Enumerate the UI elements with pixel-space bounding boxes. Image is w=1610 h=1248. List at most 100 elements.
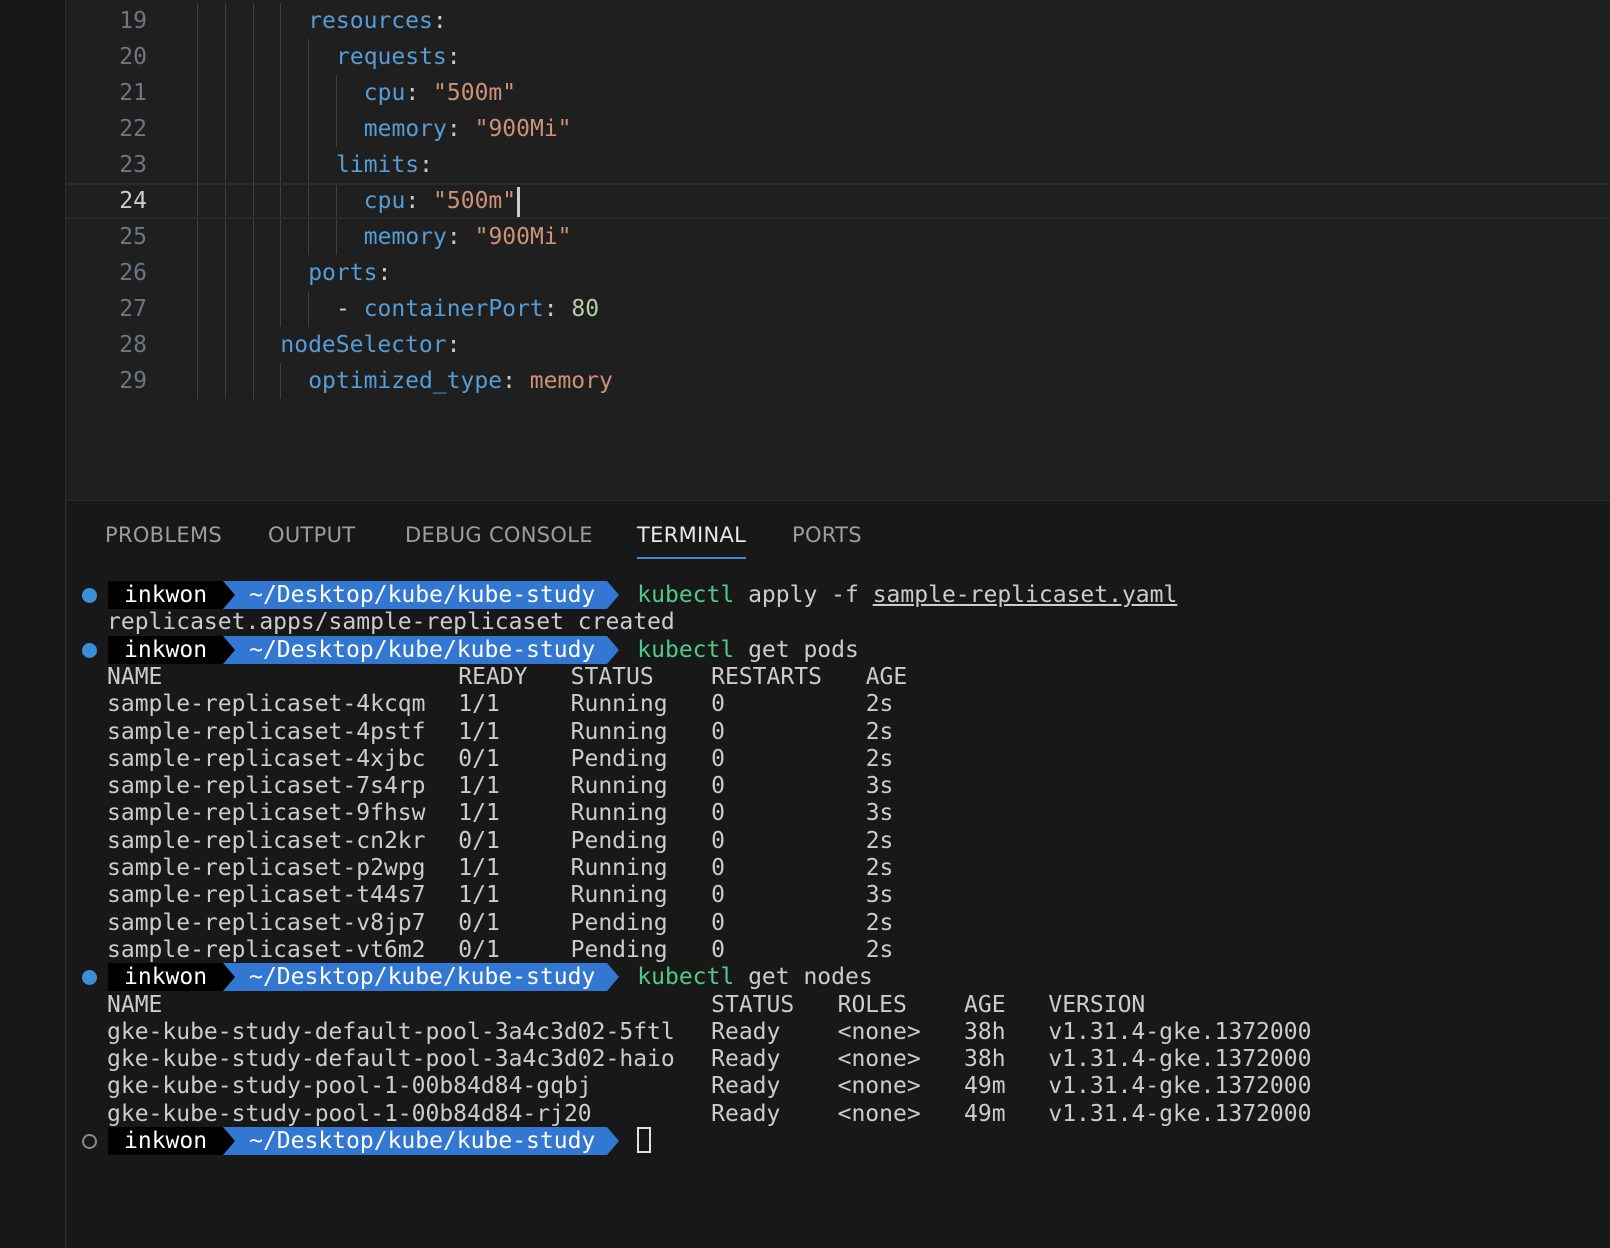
indent-guide <box>224 219 226 255</box>
command-text: kubectl get nodes <box>619 963 872 991</box>
code-text: optimized_type: memory <box>308 363 613 399</box>
indent-guide <box>252 111 254 147</box>
code-line[interactable]: 20 requests: <box>67 39 1610 75</box>
table-cell: ROLES <box>837 991 907 1018</box>
line-number: 21 <box>119 80 147 106</box>
indent-guide <box>336 111 337 147</box>
powerline-separator <box>223 1127 236 1155</box>
indent-guide <box>308 39 310 75</box>
table-cell: <none> <box>837 1046 921 1073</box>
indent-guide <box>224 111 226 147</box>
tab-terminal[interactable]: TERMINAL <box>637 523 747 563</box>
code-line[interactable]: 21 cpu: "500m" <box>67 75 1610 111</box>
indent-guide <box>224 291 226 327</box>
code-token: memory <box>363 224 447 250</box>
indent-guide <box>280 39 282 75</box>
code-token: nodeSelector <box>280 332 447 358</box>
command-tool: kubectl <box>637 964 735 991</box>
table-cell: 0 <box>711 936 725 963</box>
table-cell: v1.31.4-gke.1372000 <box>1048 1046 1312 1073</box>
table-cell: 2s <box>865 718 894 745</box>
command-status-dot[interactable] <box>82 642 97 658</box>
code-token: "500m" <box>433 188 517 214</box>
command-output: replicaset.apps/sample-replicaset create… <box>107 609 675 636</box>
code-token: "900Mi" <box>474 224 572 250</box>
code-text: resources: <box>308 3 446 39</box>
table-cell: 2s <box>865 855 894 881</box>
command-status-dot[interactable] <box>82 588 97 603</box>
tab-output[interactable]: OUTPUT <box>268 523 355 563</box>
indent-guide <box>197 185 198 217</box>
command-status-dot[interactable] <box>82 970 97 986</box>
indent-guide <box>224 255 226 291</box>
command-tool: kubectl <box>637 636 735 663</box>
code-editor[interactable]: 19 resources: 20 requests: 21 cpu: "500m" 22 me… <box>67 0 1610 500</box>
prompt-path: ~/Desktop/kube/kube-study <box>235 963 608 992</box>
indent-guide <box>197 147 198 183</box>
indent-guide <box>280 291 282 327</box>
code-token: resources <box>308 8 433 34</box>
indent-guide <box>280 75 282 111</box>
indent-guide <box>252 75 254 111</box>
command-args: get nodes <box>734 964 873 991</box>
tab-ports[interactable]: PORTS <box>792 523 862 563</box>
code-text: nodeSelector: <box>280 327 460 363</box>
command-file-link[interactable]: sample-replicaset.yaml <box>873 582 1178 608</box>
table-cell: RESTARTS <box>711 663 822 690</box>
table-cell: 0 <box>711 882 725 909</box>
code-token: : <box>405 188 434 214</box>
table-cell: v1.31.4-gke.1372000 <box>1048 1018 1312 1045</box>
table-cell: 38h <box>964 1046 1006 1073</box>
command-status-dot[interactable] <box>82 1134 97 1149</box>
table-cell: 1/1 <box>458 800 500 827</box>
indent-guide <box>280 363 282 399</box>
prompt-user: inkwon <box>108 1127 224 1155</box>
table-cell: 49m <box>964 1073 1006 1100</box>
shell-prompt: inkwon ~/Desktop/kube/kube-study kubectl g… <box>108 963 873 992</box>
code-token: : <box>377 260 392 286</box>
indent-guide <box>197 255 198 291</box>
table-cell: AGE <box>865 663 908 690</box>
code-token: memory <box>363 116 447 142</box>
code-token: requests <box>336 44 447 70</box>
table-cell: v1.31.4-gke.1372000 <box>1048 1073 1312 1100</box>
table-cell: sample-replicaset-vt6m2 <box>107 936 426 963</box>
code-token: "500m" <box>433 80 517 106</box>
code-line[interactable]: 28 nodeSelector: <box>67 327 1610 363</box>
table-cell: Pending <box>570 827 668 854</box>
table-cell: Pending <box>570 936 668 963</box>
panel-tabs: PROBLEMS OUTPUT DEBUG CONSOLE TERMINAL P… <box>67 501 1610 571</box>
code-token: : <box>419 152 433 178</box>
code-line[interactable]: 23 limits: <box>67 147 1610 183</box>
powerline-separator <box>607 1127 620 1155</box>
code-token: cpu <box>363 80 406 106</box>
code-token: "900Mi" <box>474 116 572 142</box>
prompt-user: inkwon <box>108 581 224 609</box>
code-token: : <box>446 332 461 358</box>
table-cell: 0 <box>711 745 725 772</box>
powerline-separator <box>607 635 620 664</box>
code-text: ports: <box>308 255 391 291</box>
command-tool: kubectl <box>637 582 735 608</box>
line-number: 25 <box>119 224 147 250</box>
table-cell: Running <box>570 718 668 745</box>
code-text: memory: "900Mi" <box>364 219 572 255</box>
code-line[interactable]: 24 cpu: "500m" <box>67 183 1610 219</box>
table-cell: 0 <box>711 773 725 800</box>
table-cell: 1/1 <box>458 691 500 718</box>
code-token: : <box>543 296 572 322</box>
code-line[interactable]: 19 resources: <box>67 3 1610 39</box>
code-token: : <box>446 224 475 250</box>
code-line[interactable]: 29 optimized_type: memory <box>67 363 1610 399</box>
tab-debug-console[interactable]: DEBUG CONSOLE <box>405 523 593 563</box>
table-cell: sample-replicaset-p2wpg <box>107 855 426 881</box>
code-line[interactable]: 26 ports: <box>67 255 1610 291</box>
code-line[interactable]: 27 - containerPort: 80 <box>67 291 1610 327</box>
table-cell: 0 <box>711 718 725 745</box>
tab-problems[interactable]: PROBLEMS <box>105 523 222 563</box>
code-token: : <box>446 44 461 70</box>
code-line[interactable]: 22 memory: "900Mi" <box>67 111 1610 147</box>
table-cell: Ready <box>711 1100 781 1127</box>
table-cell: Running <box>570 800 668 827</box>
code-line[interactable]: 25 memory: "900Mi" <box>67 219 1610 255</box>
